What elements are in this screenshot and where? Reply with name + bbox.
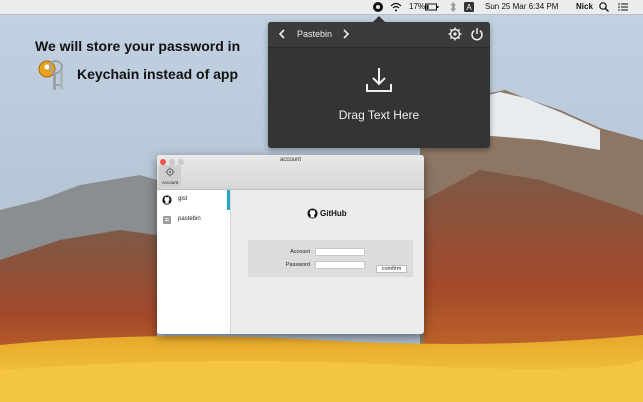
window-title: account [279, 157, 301, 163]
password-field[interactable] [315, 261, 365, 269]
sidebar-item-label: pastebin [178, 216, 201, 222]
sidebar-item-pastebin[interactable]: pastebin [157, 210, 230, 230]
menubar-user[interactable]: Nick [576, 2, 593, 12]
account-settings-panel: GitHub Account Password comfirm [231, 190, 424, 334]
input-source-icon[interactable]: A [463, 1, 475, 13]
popover-title: Pastebin [297, 29, 333, 39]
chevron-left-icon[interactable] [277, 28, 287, 40]
download-icon [366, 68, 392, 92]
gear-icon[interactable] [448, 27, 462, 41]
account-toolbar-label: Account [161, 180, 179, 185]
selected-indicator [227, 190, 230, 210]
github-icon [162, 195, 172, 205]
account-label: Account [290, 249, 310, 255]
wifi-icon[interactable] [390, 1, 402, 13]
search-icon[interactable] [598, 1, 610, 13]
battery-icon[interactable] [425, 1, 439, 13]
battery-percent: 17% [409, 2, 426, 11]
sidebar: gist pastebin [157, 190, 231, 334]
window-titlebar: account Account [157, 155, 424, 190]
gear-icon [165, 167, 175, 177]
account-field[interactable] [315, 248, 365, 256]
menubar-clock[interactable]: Sun 25 Mar 6:34 PM [485, 2, 558, 12]
headline-line-2: Keychain instead of app [77, 66, 239, 82]
sidebar-item-label: gist [178, 196, 188, 202]
headline-line-1: We will store your password in [35, 38, 241, 54]
menu-bar: 17% A Sun 25 Mar 6:34 PM Nick [0, 0, 643, 15]
drag-text-label[interactable]: Drag Text Here [268, 108, 490, 122]
popover-header: Pastebin [268, 22, 490, 48]
service-name: GitHub [320, 209, 347, 218]
account-toolbar-button[interactable]: Account [159, 165, 181, 187]
github-icon [307, 208, 318, 219]
password-label: Password [285, 262, 310, 268]
power-icon[interactable] [470, 27, 484, 41]
keychain-icon [38, 60, 63, 90]
pastebin-popover: Pastebin Drag Text Here [268, 16, 490, 148]
gist-app-icon[interactable] [372, 1, 384, 13]
bluetooth-icon[interactable] [447, 1, 459, 13]
login-form: Account Password comfirm [248, 240, 413, 277]
sidebar-item-gist[interactable]: gist [157, 190, 230, 210]
confirm-button[interactable]: comfirm [376, 265, 407, 273]
account-window: account Account gist pastebin GitHub Acc… [157, 155, 424, 334]
list-icon[interactable] [617, 1, 629, 13]
chevron-right-icon[interactable] [341, 28, 351, 40]
pastebin-icon [163, 216, 171, 224]
svg-text:A: A [466, 3, 472, 12]
